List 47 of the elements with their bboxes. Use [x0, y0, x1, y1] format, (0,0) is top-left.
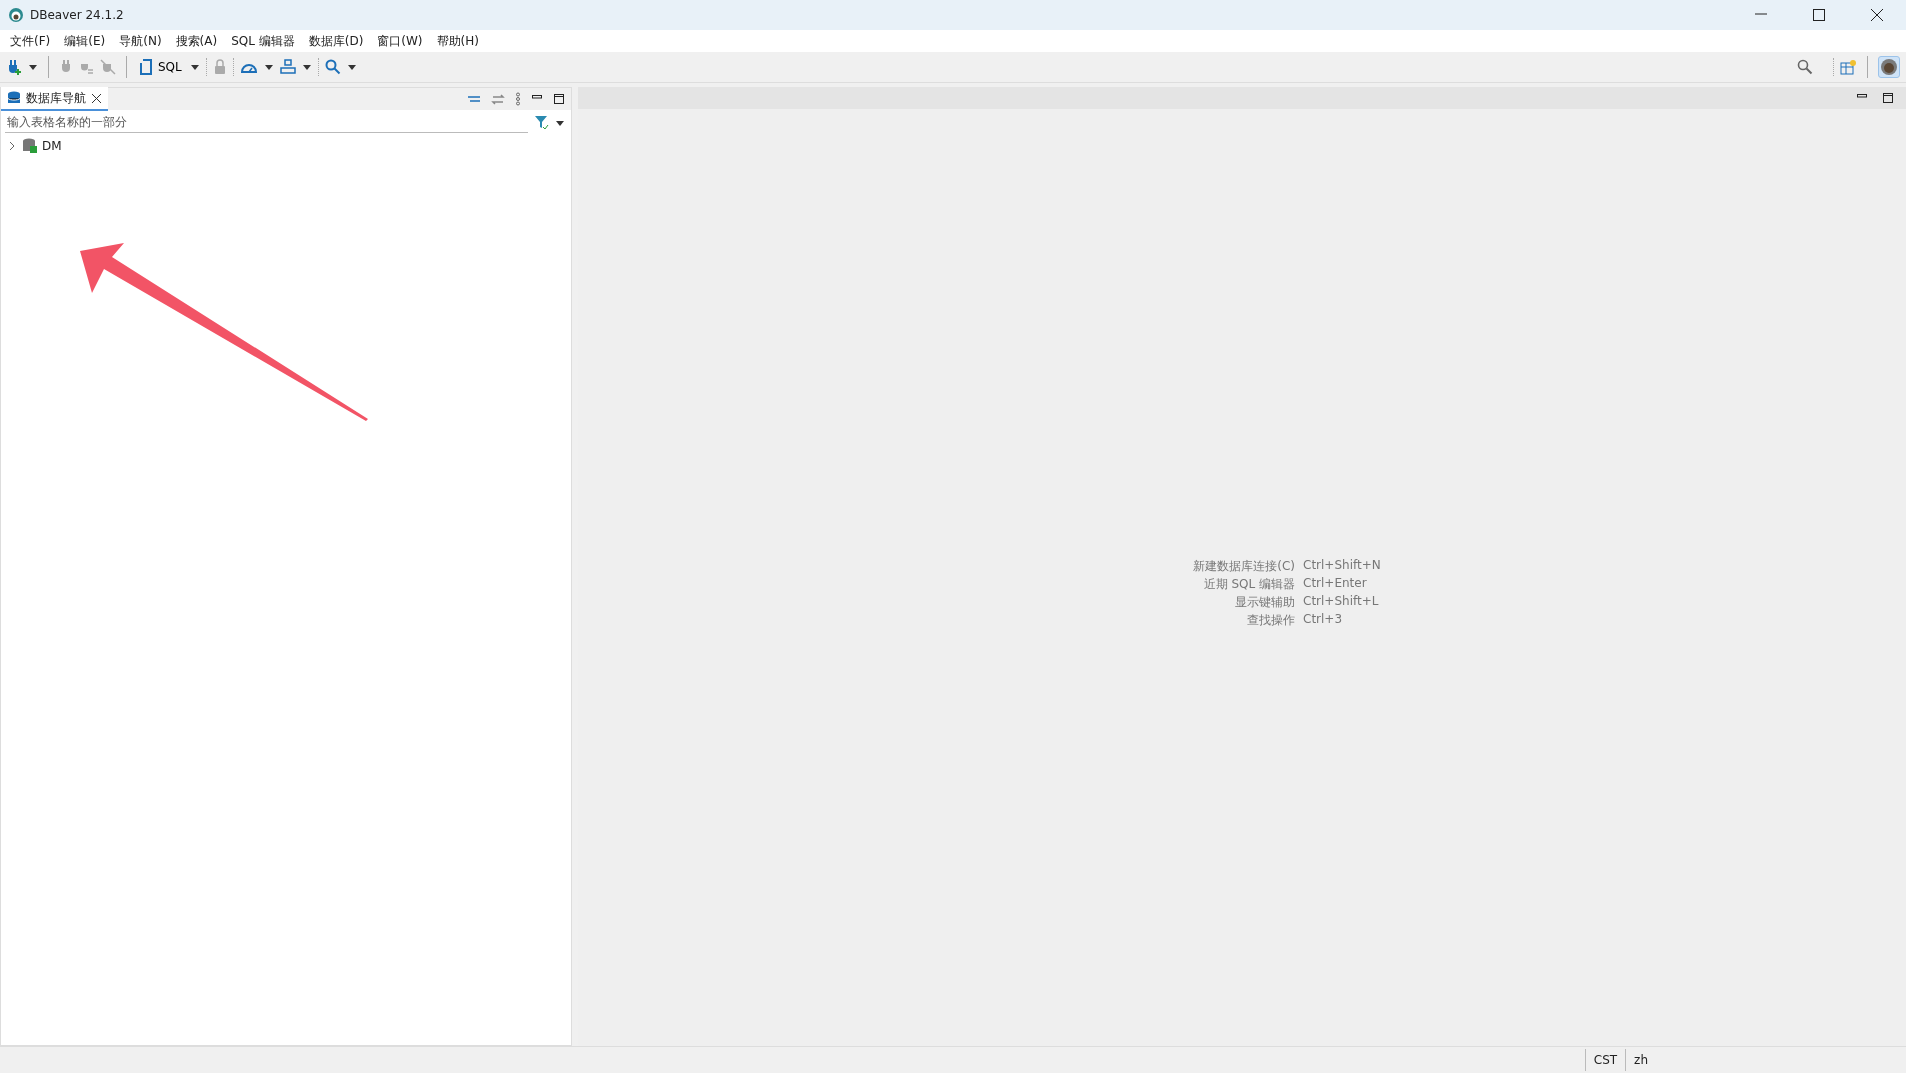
window-title: DBeaver 24.1.2 [30, 8, 125, 22]
shortcut-action: 查找操作 [1246, 612, 1295, 629]
app-logo-icon [8, 7, 24, 23]
maximize-icon[interactable] [553, 93, 565, 105]
shortcut-keys: Ctrl+Enter [1303, 576, 1381, 593]
shortcut-keys: Ctrl+Shift+L [1303, 594, 1381, 611]
menu-item[interactable]: 窗口(W) [370, 30, 430, 52]
shortcut-keys: Ctrl+Shift+N [1303, 558, 1381, 575]
dropdown-caret-icon[interactable] [28, 63, 38, 71]
menu-item[interactable]: 文件(F) [3, 30, 58, 52]
link-sync-icon[interactable] [491, 93, 505, 105]
maximize-icon[interactable] [1882, 92, 1894, 104]
search-icon[interactable] [324, 59, 341, 75]
menu-item[interactable]: SQL 编辑器 [224, 30, 302, 52]
menu-item[interactable]: 搜索(A) [168, 30, 225, 52]
sql-editor-button[interactable]: SQL [137, 57, 184, 77]
status-field: zh [1625, 1049, 1656, 1071]
dropdown-caret-icon[interactable] [346, 63, 357, 71]
maximize-icon[interactable] [1812, 8, 1826, 22]
search-icon[interactable] [1797, 59, 1813, 75]
table-add-icon[interactable] [1840, 59, 1857, 75]
collapse-all-icon[interactable] [467, 93, 481, 105]
shortcut-keys: Ctrl+3 [1303, 612, 1381, 629]
menu-item[interactable]: 数据库(D) [301, 30, 371, 52]
close-icon[interactable] [1870, 8, 1884, 22]
shortcut-action: 近期 SQL 编辑器 [1202, 576, 1295, 593]
shortcut-action: 新建数据库连接(C) [1193, 558, 1295, 575]
status-field: CST [1584, 1049, 1626, 1071]
database-connected-icon [22, 138, 37, 153]
chevron-right-icon[interactable] [7, 140, 17, 151]
more-options-icon[interactable] [515, 92, 521, 106]
close-icon[interactable] [91, 92, 102, 104]
menu-item[interactable]: 帮助(H) [429, 30, 486, 52]
shortcut-action: 显示键辅助 [1234, 594, 1295, 611]
plug-add-icon[interactable] [6, 58, 22, 76]
sql-script-icon [139, 59, 153, 75]
tree-item-label[interactable]: DM [42, 138, 62, 153]
filter-icon[interactable] [534, 115, 549, 130]
navigator-tab[interactable]: 数据库导航 [1, 87, 108, 111]
dropdown-caret-icon[interactable] [263, 63, 274, 71]
dropdown-caret-icon[interactable] [189, 63, 200, 71]
menu-item[interactable]: 导航(N) [112, 30, 169, 52]
menu-item[interactable]: 编辑(E) [57, 30, 113, 52]
database-icon [7, 91, 21, 105]
dropdown-caret-icon[interactable] [301, 63, 312, 71]
network-icon[interactable] [279, 59, 296, 75]
dropdown-caret-icon[interactable] [555, 118, 565, 127]
